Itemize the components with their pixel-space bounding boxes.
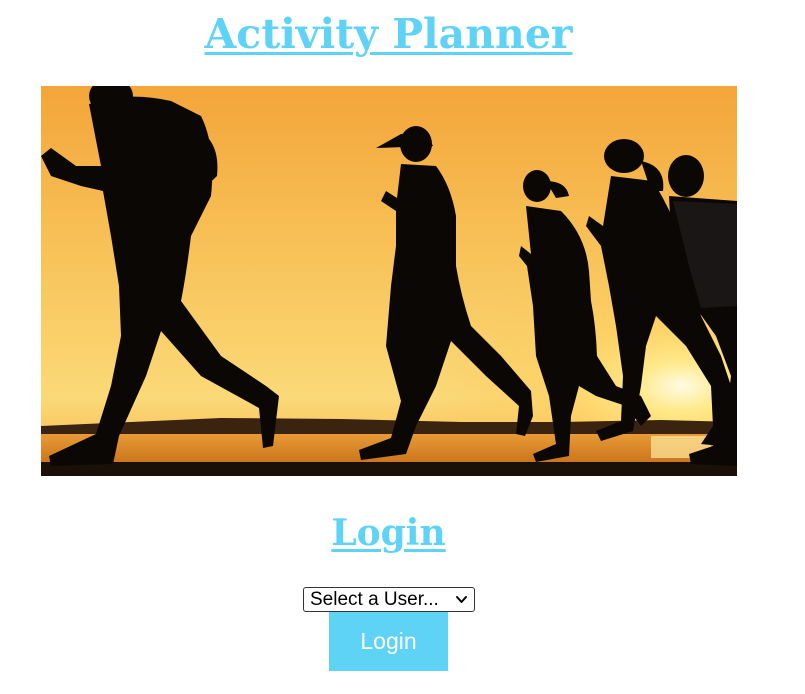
user-select-value: Select a User... — [310, 589, 439, 610]
login-heading: Login — [331, 512, 446, 554]
runners-at-sunset-image — [41, 86, 737, 476]
app-title: Activity Planner — [204, 10, 573, 58]
hero-image — [41, 86, 737, 476]
chevron-down-icon — [456, 596, 467, 603]
user-select-dropdown[interactable]: Select a User... — [303, 587, 475, 612]
login-button[interactable]: Login — [329, 612, 448, 671]
